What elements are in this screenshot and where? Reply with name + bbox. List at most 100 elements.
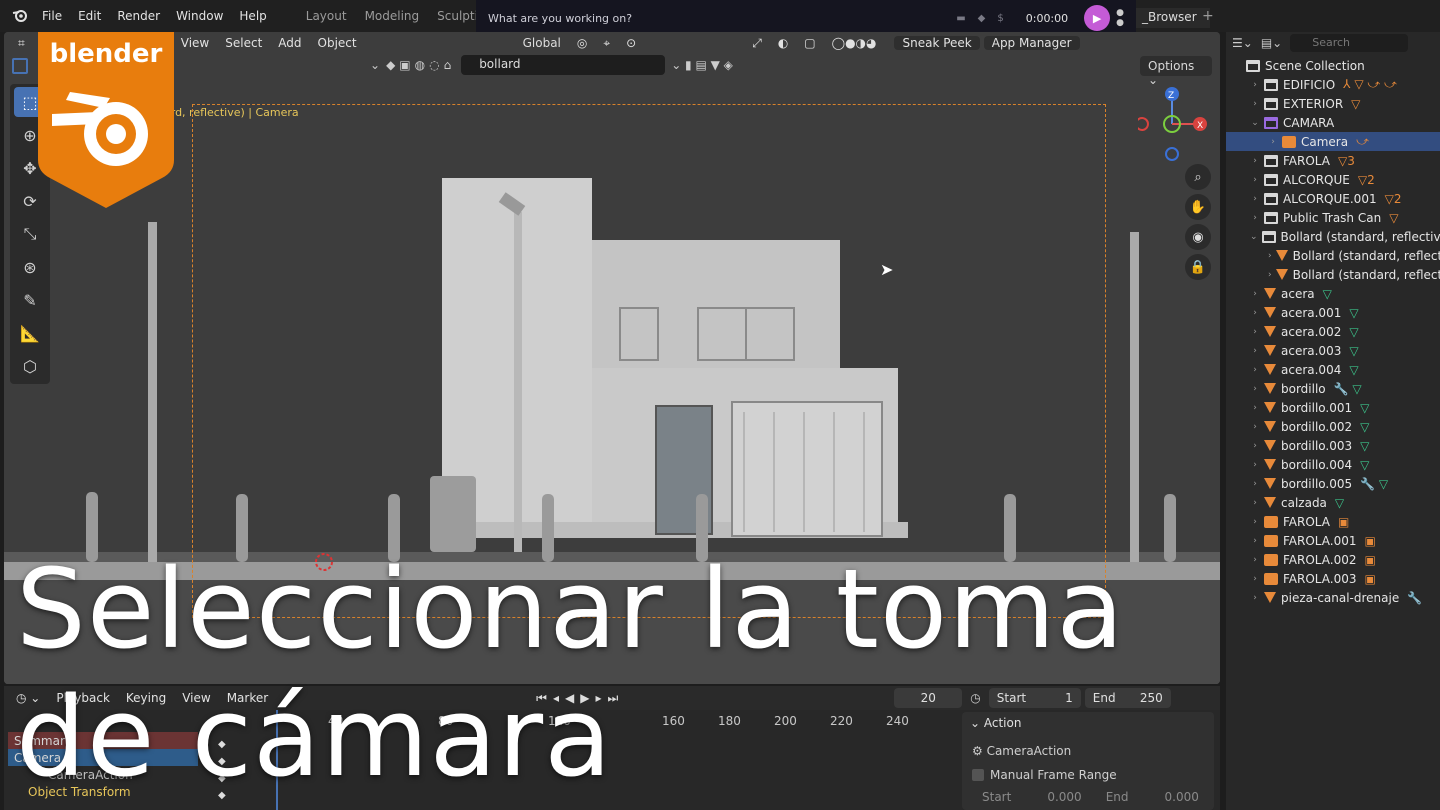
viewport-menu-view[interactable]: View xyxy=(173,36,217,50)
outliner-row[interactable]: › bordillo.005 🔧 ▽ xyxy=(1226,474,1440,493)
expand-toggle-icon[interactable]: › xyxy=(1250,593,1260,603)
menu-edit[interactable]: Edit xyxy=(70,9,109,23)
outliner-editor-icon[interactable]: ☰⌄ xyxy=(1232,36,1253,50)
modifier-data-icons[interactable]: ▽ xyxy=(1360,420,1369,434)
expand-toggle-icon[interactable]: ⌄ xyxy=(1250,232,1258,242)
billable-icon[interactable]: $ xyxy=(997,13,1003,24)
modifier-data-icons[interactable]: ▽2 xyxy=(1358,173,1375,187)
viewport-menu-object[interactable]: Object xyxy=(310,36,365,50)
task-description-input[interactable]: What are you working on? xyxy=(488,12,950,25)
xray-icon[interactable]: ▢ xyxy=(796,36,823,50)
modifier-data-icons[interactable]: ▽ xyxy=(1349,325,1358,339)
expand-toggle-icon[interactable]: › xyxy=(1250,308,1260,318)
annotate-icon[interactable]: ✎ xyxy=(14,285,46,315)
modifier-data-icons[interactable]: ▣ xyxy=(1364,534,1375,548)
expand-toggle-icon[interactable]: › xyxy=(1250,441,1260,451)
expand-toggle-icon[interactable]: › xyxy=(1250,498,1260,508)
proportional-icon[interactable]: ⊙ xyxy=(618,36,644,50)
editor-type-icon[interactable]: ⌗ xyxy=(4,36,33,51)
expand-toggle-icon[interactable]: › xyxy=(1268,251,1272,261)
outliner-row[interactable]: › EDIFICIO ⅄ ▽ ⤻ ⤻ xyxy=(1226,75,1440,94)
outliner-row[interactable]: › FAROLA ▣ xyxy=(1226,512,1440,531)
preview-range-icon[interactable]: ◷ xyxy=(970,691,980,705)
expand-toggle-icon[interactable]: › xyxy=(1250,384,1260,394)
tab-asset-browser[interactable]: _Browser xyxy=(1136,8,1210,28)
manual-frame-range-checkbox[interactable]: Manual Frame Range xyxy=(962,758,1214,782)
expand-toggle-icon[interactable]: › xyxy=(1250,460,1260,470)
modifier-data-icons[interactable]: ⅄ ▽ ⤻ ⤻ xyxy=(1343,77,1397,92)
viewport-search-input[interactable]: bollard xyxy=(461,55,666,75)
project-folder-icon[interactable]: ▬ xyxy=(956,13,965,24)
outliner-row[interactable]: › Public Trash Can ▽ xyxy=(1226,208,1440,227)
modifier-data-icons[interactable]: 🔧 ▽ xyxy=(1360,477,1388,491)
measure-icon[interactable]: 📐 xyxy=(14,318,46,348)
expand-toggle-icon[interactable]: › xyxy=(1250,365,1260,375)
outliner-row[interactable]: › EXTERIOR ▽ xyxy=(1226,94,1440,113)
expand-toggle-icon[interactable]: › xyxy=(1250,479,1260,489)
end-frame-field[interactable]: End 250 xyxy=(1084,688,1171,708)
sneak-peek-button[interactable]: Sneak Peek xyxy=(894,36,980,50)
modifier-data-icons[interactable]: ▽ xyxy=(1351,97,1360,111)
action-panel-header[interactable]: ⌄ Action xyxy=(962,712,1214,734)
outliner-row[interactable]: › calzada ▽ xyxy=(1226,493,1440,512)
tab-layout[interactable]: Layout xyxy=(297,9,356,23)
outliner-row[interactable]: › FAROLA ▽3 xyxy=(1226,151,1440,170)
outliner-row[interactable]: › acera.001 ▽ xyxy=(1226,303,1440,322)
modifier-data-icons[interactable]: 🔧 xyxy=(1407,591,1422,605)
expand-toggle-icon[interactable]: ⌄ xyxy=(1250,118,1260,128)
modifier-data-icons[interactable]: ▽ xyxy=(1360,458,1369,472)
outliner-row[interactable]: › acera.003 ▽ xyxy=(1226,341,1440,360)
orientation-dropdown[interactable]: Global xyxy=(515,36,569,50)
modifier-data-icons[interactable]: ⤻ xyxy=(1356,134,1369,149)
outliner-row[interactable]: › ALCORQUE ▽2 xyxy=(1226,170,1440,189)
modifier-data-icons[interactable]: ▽ xyxy=(1349,344,1358,358)
add-workspace-icon[interactable]: + xyxy=(1202,8,1214,24)
blender-menu-icon[interactable] xyxy=(0,8,34,25)
pivot-icon[interactable]: ◎ xyxy=(569,36,595,50)
expand-toggle-icon[interactable]: › xyxy=(1250,536,1260,546)
modifier-data-icons[interactable]: ▽ xyxy=(1349,363,1358,377)
outliner-row[interactable]: › bordillo.004 ▽ xyxy=(1226,455,1440,474)
zoom-icon[interactable]: ⌕ xyxy=(1185,164,1211,190)
expand-toggle-icon[interactable]: › xyxy=(1250,574,1260,584)
outliner-row[interactable]: › FAROLA.003 ▣ xyxy=(1226,569,1440,588)
modifier-data-icons[interactable]: ▣ xyxy=(1364,553,1375,567)
outliner-panel[interactable]: ☰⌄ ▤⌄ Search Scene Collection › EDIFICIO ⅄ … xyxy=(1226,32,1440,810)
expand-toggle-icon[interactable]: › xyxy=(1268,137,1278,147)
modifier-data-icons[interactable]: ▽3 xyxy=(1338,154,1355,168)
viewport-menu-add[interactable]: Add xyxy=(270,36,309,50)
expand-toggle-icon[interactable]: › xyxy=(1250,422,1260,432)
expand-toggle-icon[interactable]: › xyxy=(1250,213,1260,223)
modifier-data-icons[interactable]: 🔧 ▽ xyxy=(1334,382,1362,396)
modifier-data-icons[interactable]: ▽ xyxy=(1335,496,1344,510)
menu-render[interactable]: Render xyxy=(109,9,168,23)
outliner-row[interactable]: ⌄ Bollard (standard, reflective) xyxy=(1226,227,1440,246)
expand-toggle-icon[interactable]: › xyxy=(1250,175,1260,185)
navigation-gizmo[interactable]: Z X xyxy=(1135,86,1208,162)
outliner-row[interactable]: › bordillo 🔧 ▽ xyxy=(1226,379,1440,398)
outliner-row[interactable]: › acera.004 ▽ xyxy=(1226,360,1440,379)
menu-file[interactable]: File xyxy=(34,9,70,23)
app-manager-button[interactable]: App Manager xyxy=(983,36,1080,50)
modifier-data-icons[interactable]: ▽ xyxy=(1360,401,1369,415)
filter-funnel-icon[interactable]: ⌄ ▮ ▤ ▼ ◈ xyxy=(671,58,733,72)
expand-toggle-icon[interactable]: › xyxy=(1250,327,1260,337)
viewport-menu-select[interactable]: Select xyxy=(217,36,270,50)
outliner-row[interactable]: › pieza-canal-drenaje 🔧 xyxy=(1226,588,1440,607)
shading-modes-icon[interactable]: ◯●◑◕ xyxy=(824,36,885,50)
display-mode-icon[interactable]: ▤⌄ xyxy=(1261,36,1282,50)
current-frame-field[interactable]: 20 xyxy=(894,688,963,708)
outliner-row[interactable]: › bordillo.001 ▽ xyxy=(1226,398,1440,417)
expand-toggle-icon[interactable]: › xyxy=(1250,194,1260,204)
modifier-data-icons[interactable]: ▽ xyxy=(1323,287,1332,301)
outliner-row[interactable]: › bordillo.002 ▽ xyxy=(1226,417,1440,436)
camera-view-icon[interactable]: ◉ xyxy=(1185,224,1211,250)
expand-toggle-icon[interactable]: › xyxy=(1250,517,1260,527)
expand-toggle-icon[interactable]: › xyxy=(1250,156,1260,166)
modifier-data-icons[interactable]: ▽ xyxy=(1349,306,1358,320)
expand-toggle-icon[interactable]: › xyxy=(1250,289,1260,299)
outliner-row[interactable]: Scene Collection xyxy=(1226,56,1440,75)
expand-toggle-icon[interactable]: › xyxy=(1250,80,1260,90)
start-timer-button[interactable]: ▶ xyxy=(1084,5,1111,31)
tab-modeling[interactable]: Modeling xyxy=(356,9,429,23)
